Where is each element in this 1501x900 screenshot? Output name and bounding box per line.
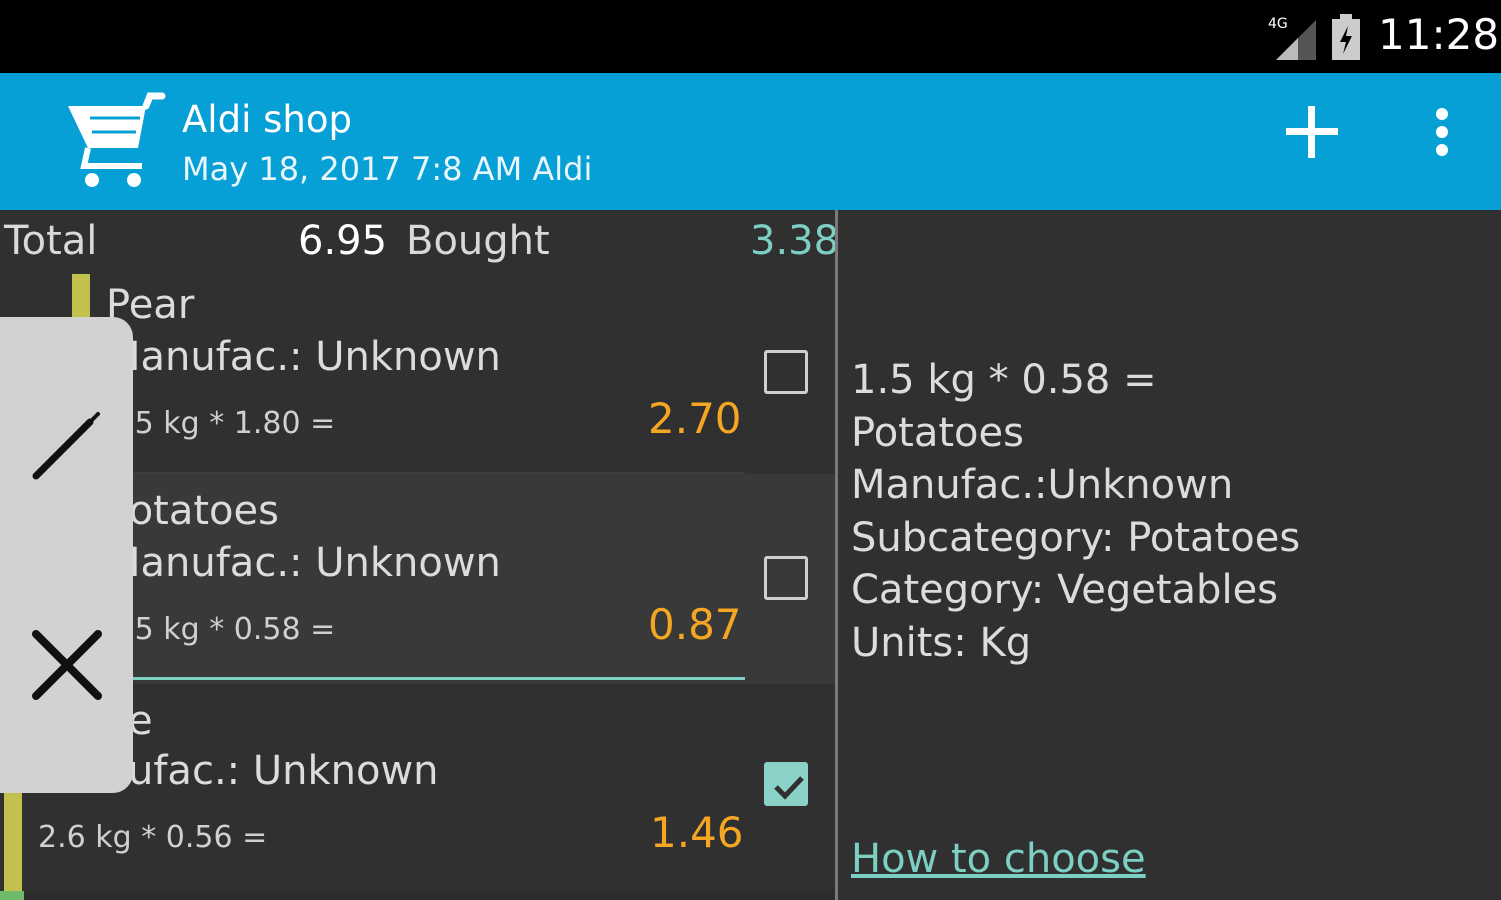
detail-subcategory: Subcategory: Potatoes <box>851 514 1301 561</box>
detail-manufacturer: Manufac.:Unknown <box>851 462 1234 508</box>
edit-icon[interactable] <box>30 408 104 482</box>
total-value: 6.95 <box>298 218 388 264</box>
bought-checkbox[interactable] <box>764 350 808 394</box>
item-manufacturer: Manufac.: Unknown <box>106 540 501 586</box>
detail-name: Potatoes <box>851 409 1024 456</box>
check-icon <box>774 776 804 800</box>
how-to-choose-link[interactable]: How to choose <box>851 836 1146 882</box>
bought-value: 3.38 <box>750 218 840 264</box>
bought-label: Bought <box>406 218 550 264</box>
detail-category: Category: Vegetables <box>851 567 1279 613</box>
selection-underline <box>120 677 745 680</box>
bought-checkbox[interactable] <box>764 762 808 806</box>
status-bar: 4G 11:28 <box>0 0 1501 73</box>
next-item-edge <box>0 891 835 900</box>
detail-formula: 1.5 kg * 0.58 = <box>851 357 1157 403</box>
category-stripe <box>4 784 22 894</box>
app-title: Aldi shop <box>182 98 352 141</box>
category-stripe <box>0 891 24 900</box>
total-label: Total <box>4 218 98 264</box>
app-bar <box>0 73 1501 210</box>
item-formula: 1.5 kg * 0.58 = <box>106 612 336 647</box>
panel-divider <box>835 210 838 900</box>
add-icon[interactable] <box>1280 100 1344 164</box>
signal-4g-icon: 4G <box>1268 16 1316 60</box>
clock: 11:28 <box>1378 10 1500 59</box>
app-subtitle: May 18, 2017 7:8 AM Aldi <box>182 150 593 188</box>
item-price: 2.70 <box>648 394 742 443</box>
item-price: 1.46 <box>650 808 744 857</box>
item-manufacturer: ufac.: Unknown <box>128 748 439 794</box>
item-manufacturer: Manufac.: Unknown <box>106 334 501 380</box>
more-vert-icon[interactable] <box>1420 102 1464 162</box>
item-formula: 2.6 kg * 0.56 = <box>38 820 268 855</box>
item-price: 0.87 <box>648 600 742 649</box>
item-details: 1.5 kg * 0.58 = Potatoes Manufac.:Unknow… <box>851 354 1300 669</box>
item-formula: 1.5 kg * 1.80 = <box>106 406 336 441</box>
bought-checkbox[interactable] <box>764 556 808 600</box>
swipe-actions-panel <box>0 317 133 793</box>
battery-icon <box>1332 14 1360 60</box>
svg-text:4G: 4G <box>1268 16 1288 32</box>
detail-units: Units: Kg <box>851 619 1032 666</box>
delete-icon[interactable] <box>30 628 104 702</box>
cart-icon[interactable] <box>64 92 166 192</box>
